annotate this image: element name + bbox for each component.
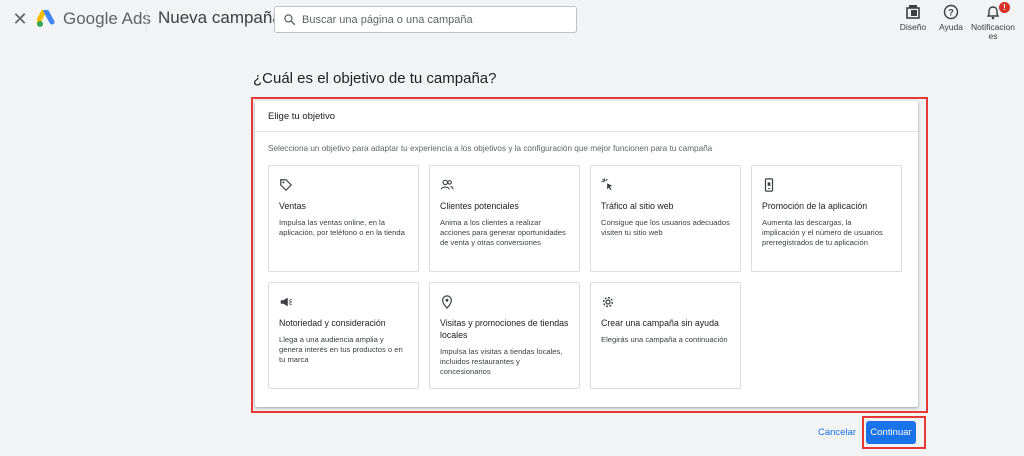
continue-button[interactable]: Continuar [866, 421, 916, 444]
google-ads-logo-icon [37, 10, 55, 27]
product-name: Google Ads [63, 9, 151, 28]
page-heading: ¿Cuál es el objetivo de tu campaña? [253, 70, 497, 87]
layout-icon [906, 5, 920, 19]
tool-label: Ayuda [939, 22, 963, 32]
tool-label: Notificaciones [971, 22, 1015, 41]
close-icon[interactable]: ✕ [12, 10, 28, 28]
search-input[interactable] [302, 13, 562, 26]
svg-text:?: ? [948, 8, 954, 18]
notification-badge: ! [999, 2, 1010, 13]
search-box[interactable] [274, 6, 577, 33]
highlight-annotation [251, 97, 928, 413]
help-icon: ? [943, 4, 959, 20]
page-title: Nueva campaña [158, 8, 282, 27]
cancel-button[interactable]: Cancelar [818, 427, 856, 438]
search-icon [284, 14, 296, 26]
tool-label: Diseño [899, 22, 927, 32]
tool-notifications[interactable]: ! Notificaciones [968, 2, 1018, 41]
top-bar: ✕ Google Ads Nueva campaña Diseño ? Ayud… [0, 0, 1024, 41]
divider [146, 10, 147, 30]
